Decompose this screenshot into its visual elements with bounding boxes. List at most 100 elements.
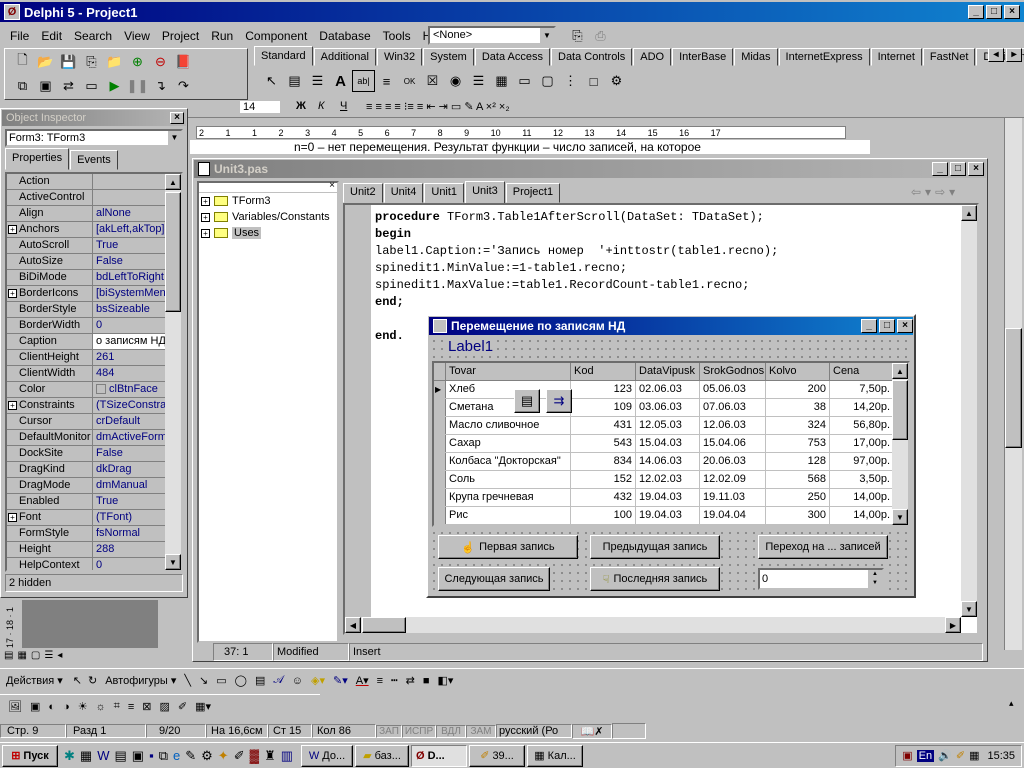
table-cell[interactable]: 14,00р.: [830, 507, 894, 524]
table-cell[interactable]: 12.02.03: [636, 471, 700, 488]
goto-records-button[interactable]: Переход на ... записей: [758, 535, 888, 559]
property-row[interactable]: BiDiMode bdLeftToRight: [7, 270, 171, 286]
tab-unit2[interactable]: Unit2: [343, 183, 383, 203]
tab-unit1[interactable]: Unit1: [424, 183, 465, 203]
datasource-component-icon[interactable]: ▤: [514, 389, 540, 413]
groupbox-component-icon[interactable]: ▢: [536, 70, 559, 92]
task-calculator[interactable]: ▦ Кал...: [527, 744, 584, 767]
transparent-color-icon[interactable]: ✐: [178, 700, 187, 713]
table-cell[interactable]: 20.06.03: [700, 453, 766, 470]
table-row[interactable]: ▶ Хлеб 123 02.06.03 05.06.03 200 7,50р.: [434, 381, 908, 399]
save-desktop-icon[interactable]: ⎘: [566, 25, 589, 47]
open-project-icon[interactable]: 📁: [103, 51, 126, 73]
property-row[interactable]: DockSite False: [7, 446, 171, 462]
select-objects-icon[interactable]: ↖: [73, 674, 82, 687]
line-icon[interactable]: ╲: [184, 674, 191, 687]
task-folder[interactable]: ▰ баз...: [355, 744, 410, 767]
textbox-icon[interactable]: ▤: [255, 674, 265, 687]
property-row[interactable]: Caption о записям НД: [7, 334, 171, 350]
property-value[interactable]: True: [93, 238, 171, 253]
page-view-icon[interactable]: ▢: [31, 650, 40, 664]
volume-icon[interactable]: 🔊: [938, 749, 952, 762]
property-row[interactable]: ActiveControl: [7, 190, 171, 206]
scrollbar-component-icon[interactable]: ▭: [513, 70, 536, 92]
last-record-button[interactable]: ☟ Последняя запись: [590, 567, 720, 591]
code-vertical-scrollbar[interactable]: ▲ ▼: [961, 205, 977, 617]
step-over-icon[interactable]: ↷: [172, 75, 195, 97]
expand-icon[interactable]: +: [8, 289, 17, 298]
column-header-tovar[interactable]: Tovar: [446, 363, 571, 380]
less-brightness-icon[interactable]: ☼: [96, 701, 106, 713]
editor-close-button[interactable]: ×: [968, 162, 984, 176]
property-value[interactable]: [93, 190, 171, 205]
chess-icon[interactable]: ♜: [264, 748, 276, 764]
property-row[interactable]: Color clBtnFace: [7, 382, 171, 398]
property-row[interactable]: BorderStyle bsSizeable: [7, 302, 171, 318]
property-row[interactable]: Height 288: [7, 542, 171, 558]
table-cell[interactable]: 15.04.03: [636, 435, 700, 452]
table-row[interactable]: Крупа гречневая 432 19.04.03 19.11.03 250 14,…: [434, 489, 908, 507]
tree-node-variables[interactable]: + Variables/Constants: [199, 209, 337, 225]
property-value[interactable]: False: [93, 446, 171, 461]
code-horizontal-scrollbar[interactable]: ◀ ▶: [345, 617, 961, 633]
arrow-icon[interactable]: ↘: [199, 674, 208, 687]
button-component-icon[interactable]: OK: [398, 70, 421, 92]
code-line[interactable]: spinedit1.MinValue:=1-table1.recno;: [375, 260, 778, 277]
tree-node-tform3[interactable]: + TForm3: [199, 193, 337, 209]
property-value[interactable]: 0: [93, 558, 171, 570]
word-icon[interactable]: W: [97, 748, 109, 764]
text-wrap-icon[interactable]: ⊠: [142, 700, 151, 713]
fill-color-icon[interactable]: ◈▾: [311, 674, 325, 687]
menu-component[interactable]: Component: [239, 29, 313, 43]
pen-icon[interactable]: ✐: [234, 748, 245, 764]
property-value[interactable]: (TSizeConstrain: [93, 398, 171, 413]
property-value[interactable]: dmActiveForm: [93, 430, 171, 445]
popupmenu-component-icon[interactable]: ☰: [306, 70, 329, 92]
table-cell[interactable]: 15.04.06: [700, 435, 766, 452]
property-row[interactable]: AutoScroll True: [7, 238, 171, 254]
table-cell[interactable]: Колбаса "Докторская": [446, 453, 571, 470]
save-icon[interactable]: 💾: [57, 51, 80, 73]
line-style-icon[interactable]: ≡: [128, 701, 134, 713]
network-icon[interactable]: ⧉: [159, 748, 168, 764]
table-cell[interactable]: 12.05.03: [636, 417, 700, 434]
property-value[interactable]: [biSystemMenu,: [93, 286, 171, 301]
tab-data-controls[interactable]: Data Controls: [551, 48, 633, 66]
tab-data-access[interactable]: Data Access: [474, 48, 550, 66]
table-cell[interactable]: Крупа гречневая: [446, 489, 571, 506]
table-cell[interactable]: 12.02.09: [700, 471, 766, 488]
document-vertical-scroll[interactable]: ▴: [1004, 118, 1022, 708]
maximize-button[interactable]: □: [986, 5, 1002, 19]
dash-style-icon[interactable]: ┅: [391, 674, 398, 687]
radiobutton-component-icon[interactable]: ◉: [444, 70, 467, 92]
underline-icon[interactable]: Ч: [340, 100, 347, 112]
table-cell[interactable]: 19.11.03: [700, 489, 766, 506]
property-value[interactable]: [93, 174, 171, 189]
code-line[interactable]: end;: [375, 294, 778, 311]
menu-run[interactable]: Run: [205, 29, 239, 43]
explorer-close-icon[interactable]: ×: [329, 180, 335, 191]
view-form-icon[interactable]: ▣: [34, 75, 57, 97]
close-button[interactable]: ×: [1004, 5, 1020, 19]
calculator-icon[interactable]: ▦: [80, 748, 92, 764]
view-unit-icon[interactable]: ⧉: [11, 75, 34, 97]
property-value[interactable]: crDefault: [93, 414, 171, 429]
checkbox-component-icon[interactable]: ☒: [421, 70, 444, 92]
first-record-button[interactable]: ☝ Первая запись: [438, 535, 578, 559]
property-row[interactable]: + Font (TFont): [7, 510, 171, 526]
radiogroup-component-icon[interactable]: ⋮: [559, 70, 582, 92]
tab-internet[interactable]: Internet: [870, 48, 922, 66]
new-icon[interactable]: 🗋: [11, 51, 34, 73]
wizard-icon[interactable]: ✦: [218, 748, 229, 764]
table-row[interactable]: Масло сливочное 431 12.05.03 12.06.03 324 56,…: [434, 417, 908, 435]
column-header-kod[interactable]: Kod: [571, 363, 636, 380]
form-maximize-button[interactable]: □: [879, 319, 895, 333]
dbgrid[interactable]: Tovar Kod DataVipusk SrokGodnos Kolvo Ce…: [432, 361, 910, 527]
property-value[interactable]: 484: [93, 366, 171, 381]
table-row[interactable]: Сметана 109 03.06.03 07.06.03 38 14,20р.: [434, 399, 908, 417]
property-value[interactable]: 288: [93, 542, 171, 557]
task-39[interactable]: ✐ 39...: [469, 744, 526, 767]
more-contrast-icon[interactable]: ◐: [48, 701, 55, 713]
property-row[interactable]: HelpContext 0: [7, 558, 171, 570]
column-header-srokgodnos[interactable]: SrokGodnos: [700, 363, 766, 380]
